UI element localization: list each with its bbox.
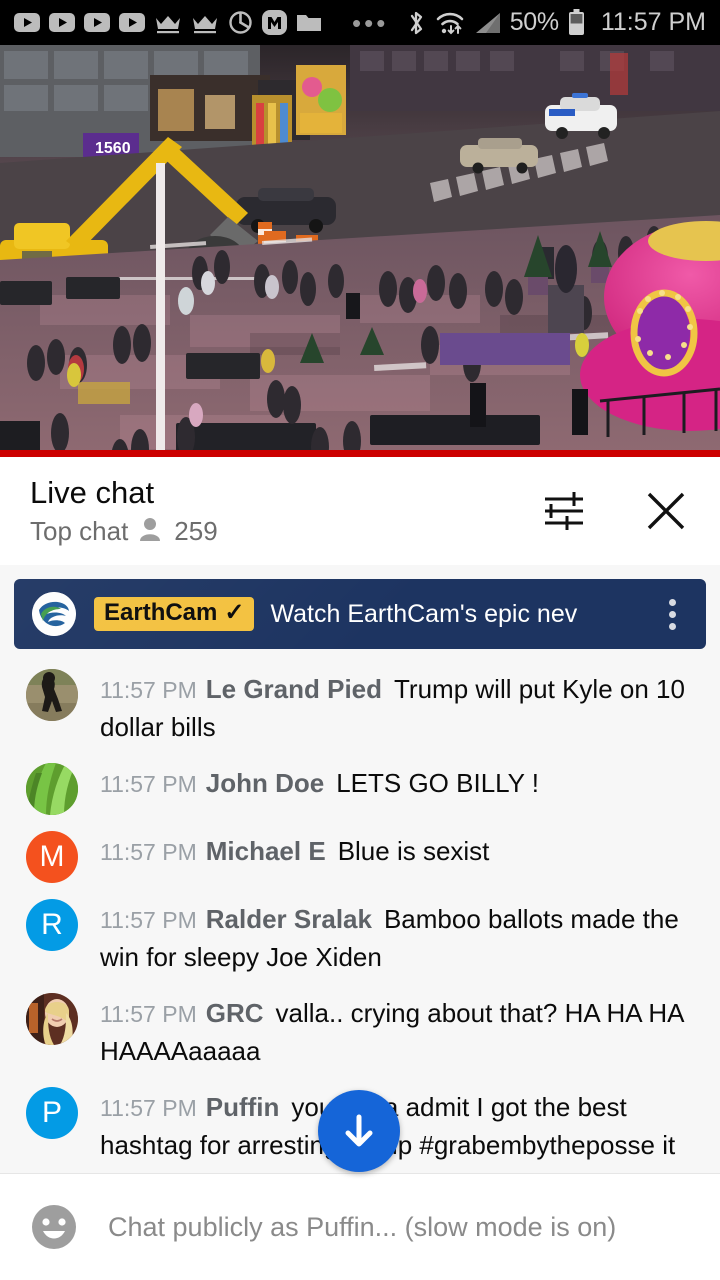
message-text: Blue is sexist — [337, 835, 490, 866]
message-timestamp: 11:57 PM — [100, 770, 197, 797]
live-chat-header: Live chat Top chat 259 — [0, 457, 720, 565]
viewer-count-label: 259 — [174, 516, 218, 547]
chat-message-body: 11:57 PM Ralder Sralak Bamboo ballots made… — [100, 899, 706, 977]
chat-header-subtitle: Top chat 259 — [30, 516, 538, 547]
folder-icon — [296, 12, 322, 33]
chat-message-body: 11:57 PM Michael E Blue is sexist — [100, 831, 489, 870]
avatar[interactable]: P — [26, 1086, 78, 1139]
chat-message-row[interactable]: 11:57 PM Le Grand Pied Trump will put Kyle… — [0, 661, 720, 755]
page-title: Live chat — [30, 474, 155, 510]
avatar[interactable] — [26, 762, 78, 815]
live-video-player[interactable]: 1560 — [0, 45, 720, 457]
chat-message-body: 11:57 PMPuffinyou gotta admit I got the … — [100, 1087, 706, 1173]
earthcam-logo-icon — [32, 592, 76, 636]
message-author[interactable]: John Doe — [206, 768, 324, 798]
avatar-initial: R — [41, 907, 63, 941]
arrow-down-icon — [345, 1114, 373, 1147]
avatar[interactable]: M — [26, 830, 78, 883]
bluetooth-icon — [406, 9, 426, 37]
overflow-dots-icon: ••• — [352, 7, 389, 38]
video-frame: 1560 — [0, 45, 720, 457]
status-bar-notification-icons — [14, 10, 322, 35]
avatar[interactable]: R — [26, 898, 78, 951]
status-bar-overflow: ••• — [322, 7, 406, 38]
chat-message-body: 11:57 PM John Doe LETS GO BILLY ! — [100, 763, 539, 802]
scroll-to-bottom-button[interactable] — [318, 1090, 400, 1172]
status-bar: ••• 50% 11:57 PM — [0, 0, 720, 45]
chat-message-body: 11:57 PM GRC valla.. crying about that? HA… — [100, 993, 706, 1071]
chat-input-field[interactable]: Chat publicly as Puffin... (slow mode is… — [108, 1210, 616, 1245]
close-icon[interactable] — [640, 485, 692, 537]
crown-icon — [191, 12, 219, 34]
message-author[interactable]: GRC — [206, 998, 264, 1028]
avatar[interactable] — [26, 992, 78, 1045]
avatar-initial: P — [41, 1095, 62, 1129]
earthcam-verified-badge: EarthCam ✓ — [94, 597, 255, 631]
youtube-icon — [49, 13, 75, 32]
message-author[interactable]: Michael E — [206, 836, 326, 866]
message-timestamp: 11:57 PM — [100, 1000, 197, 1027]
youtube-icon — [84, 13, 110, 32]
badge-label: EarthCam — [104, 599, 218, 627]
crown-icon — [154, 12, 182, 34]
overflow-menu-icon[interactable] — [652, 598, 692, 630]
message-timestamp: 11:57 PM — [100, 906, 197, 933]
cell-signal-icon — [474, 11, 501, 35]
bigfoot-avatar-icon — [26, 669, 78, 721]
pinned-message-text: Watch EarthCam's epic nev — [270, 599, 578, 628]
verified-check-icon: ✓ — [224, 599, 245, 627]
youtube-live-chat-screen: ••• 50% 11:57 PM 1560 Live chat Top chat… — [0, 0, 720, 1280]
message-author[interactable]: Ralder Sralak — [206, 904, 372, 934]
status-bar-system-icons: 50% 11:57 PM — [406, 8, 706, 37]
wifi-icon — [435, 10, 465, 36]
m-app-icon — [262, 10, 287, 35]
message-timestamp: 11:57 PM — [100, 838, 197, 865]
chat-header-titles: Live chat Top chat 259 — [30, 475, 538, 548]
power-timer-icon — [228, 10, 253, 35]
chat-message-body: 11:57 PM Le Grand Pied Trump will put Kyle… — [100, 669, 706, 747]
chat-header-actions — [538, 485, 692, 537]
avatar[interactable] — [26, 669, 78, 721]
person-icon — [138, 516, 162, 547]
video-progress-bar[interactable] — [0, 450, 720, 457]
plant-avatar-icon — [26, 762, 78, 815]
person-photo-avatar-icon — [26, 992, 78, 1045]
battery-percent-label: 50% — [509, 8, 559, 36]
chat-message-row[interactable]: 11:57 PM John Doe LETS GO BILLY ! — [0, 755, 720, 823]
clock-label: 11:57 PM — [600, 8, 706, 36]
chat-input-bar[interactable]: Chat publicly as Puffin... (slow mode is… — [0, 1173, 720, 1280]
youtube-icon — [14, 13, 40, 32]
pinned-message-card[interactable]: EarthCam ✓ Watch EarthCam's epic nev — [14, 579, 706, 649]
battery-icon — [568, 9, 585, 36]
avatar-initial: M — [39, 839, 65, 873]
chat-message-row[interactable]: M 11:57 PM Michael E Blue is sexist — [0, 823, 720, 891]
emoji-smiley-icon[interactable] — [26, 1199, 82, 1255]
message-timestamp: 11:57 PM — [100, 677, 197, 703]
live-chat-message-list[interactable]: EarthCam ✓ Watch EarthCam's epic nev 11:… — [0, 565, 720, 1173]
chat-mode-label[interactable]: Top chat — [30, 516, 128, 547]
message-text: LETS GO BILLY ! — [336, 767, 539, 798]
youtube-icon — [119, 13, 145, 32]
message-author[interactable]: Le Grand Pied — [206, 674, 382, 704]
message-author[interactable]: Puffin — [206, 1092, 280, 1122]
message-timestamp: 11:57 PM — [100, 1094, 197, 1121]
chat-message-row[interactable]: R 11:57 PM Ralder Sralak Bamboo ballots ma… — [0, 891, 720, 985]
chat-message-row[interactable]: 11:57 PM GRC valla.. crying about that? HA… — [0, 985, 720, 1079]
tune-icon[interactable] — [538, 485, 590, 537]
